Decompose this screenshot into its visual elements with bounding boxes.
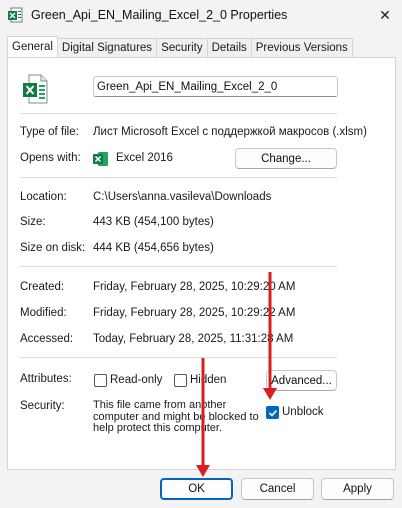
size-value: 443 KB (454,100 bytes)	[93, 216, 214, 228]
location-value: C:\Users\anna.vasileva\Downloads	[93, 191, 272, 203]
general-panel: Type of file: Лист Microsoft Excel с под…	[7, 57, 396, 470]
size-label: Size:	[20, 216, 46, 228]
created-value: Friday, February 28, 2025, 10:29:20 AM	[93, 281, 296, 293]
accessed-label: Accessed:	[20, 333, 74, 345]
tab-general[interactable]: General	[7, 36, 58, 57]
excel-file-icon	[23, 74, 48, 104]
window-title: Green_Api_EN_Mailing_Excel_2_0 Propertie…	[31, 8, 288, 22]
opens-with-label: Opens with:	[20, 152, 81, 164]
hidden-checkbox[interactable]	[174, 374, 187, 387]
title-bar: Green_Api_EN_Mailing_Excel_2_0 Propertie…	[0, 0, 402, 30]
attributes-label: Attributes:	[20, 373, 72, 385]
size-on-disk-value: 444 KB (454,656 bytes)	[93, 242, 214, 254]
ok-button[interactable]: OK	[160, 478, 233, 500]
location-label: Location:	[20, 191, 67, 203]
properties-window: Green_Api_EN_Mailing_Excel_2_0 Propertie…	[0, 0, 402, 508]
advanced-button[interactable]: Advanced...	[266, 370, 337, 391]
tab-details[interactable]: Details	[206, 38, 252, 57]
divider	[20, 177, 337, 178]
tab-security[interactable]: Security	[156, 38, 208, 57]
close-button[interactable]: ✕	[368, 0, 402, 30]
apply-button[interactable]: Apply	[321, 478, 394, 500]
security-message: This file came from another computer and…	[93, 399, 259, 434]
modified-label: Modified:	[20, 307, 67, 319]
excel-file-icon	[8, 7, 23, 23]
read-only-checkbox[interactable]	[94, 374, 107, 387]
change-button[interactable]: Change...	[235, 148, 337, 169]
unblock-checkbox[interactable]	[266, 406, 279, 419]
divider	[20, 357, 337, 358]
checkmark-icon	[268, 409, 277, 417]
divider	[20, 266, 337, 267]
size-on-disk-label: Size on disk:	[20, 242, 86, 254]
created-label: Created:	[20, 281, 65, 293]
accessed-value: Today, February 28, 2025, 11:31:28 AM	[93, 333, 294, 345]
modified-value: Friday, February 28, 2025, 10:29:22 AM	[93, 307, 296, 319]
tab-digital-signatures[interactable]: Digital Signatures	[56, 38, 158, 57]
tab-strip: General Digital Signatures Security Deta…	[7, 36, 353, 58]
excel-app-icon	[93, 152, 108, 166]
unblock-label: Unblock	[282, 406, 324, 418]
cancel-button[interactable]: Cancel	[241, 478, 314, 500]
file-name-input[interactable]	[93, 76, 338, 97]
hidden-label: Hidden	[190, 374, 227, 386]
type-of-file-value: Лист Microsoft Excel с поддержкой макрос…	[93, 126, 367, 138]
tab-previous-versions[interactable]: Previous Versions	[250, 38, 353, 57]
divider	[20, 113, 337, 114]
close-icon: ✕	[379, 6, 391, 23]
type-of-file-label: Type of file:	[20, 126, 79, 138]
security-label: Security:	[20, 400, 65, 412]
opens-with-value: Excel 2016	[116, 152, 173, 164]
read-only-label: Read-only	[110, 374, 163, 386]
